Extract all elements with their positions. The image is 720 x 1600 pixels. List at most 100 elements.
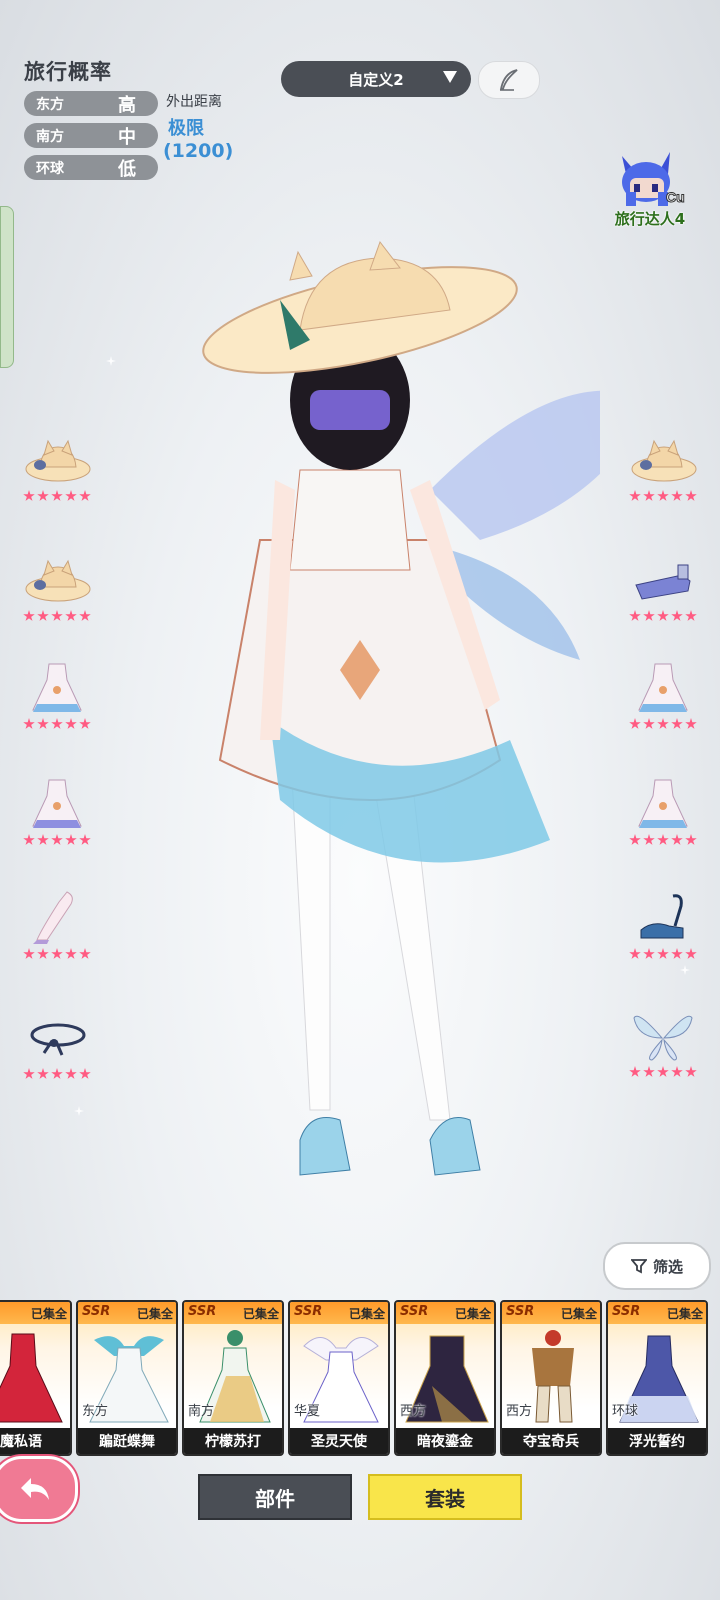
- out-distance-value: 极限: [168, 118, 204, 139]
- filter-label: 筛选: [652, 1257, 683, 1276]
- cat-hat-icon: [25, 559, 91, 602]
- travel-master-label: 旅行达人4: [614, 210, 686, 228]
- rarity-label: SSR: [294, 1304, 323, 1319]
- dress-icon: [32, 663, 82, 712]
- left-edge-tab[interactable]: [0, 206, 14, 368]
- region-label: 东方: [36, 96, 64, 113]
- outfit-name: 暗夜鎏金: [396, 1428, 494, 1454]
- rarity-stars: [629, 718, 697, 730]
- slot-right-shoes[interactable]: [620, 890, 706, 976]
- outfit-name: 浮光誓约: [608, 1428, 706, 1454]
- outfit-card[interactable]: SSR 已集全 西方 暗夜鎏金: [394, 1300, 496, 1456]
- slot-right-visor[interactable]: [620, 552, 706, 638]
- region-tag: 西方: [400, 1404, 427, 1419]
- slot-left-dress-2[interactable]: [14, 776, 100, 862]
- back-button[interactable]: [0, 1456, 78, 1522]
- collected-badge: 已集全: [136, 1307, 173, 1321]
- slot-right-dress[interactable]: [620, 660, 706, 746]
- rename-preset-button[interactable]: [478, 61, 540, 99]
- region-tag: 南方: [188, 1404, 215, 1419]
- ribbon-anklet-icon: [30, 1023, 86, 1056]
- shoes-icon: [640, 894, 684, 939]
- collected-badge: 已集全: [348, 1307, 385, 1321]
- rarity-stars: [629, 834, 697, 846]
- region-label: 南方: [36, 128, 64, 145]
- slot-right-dress-2[interactable]: [620, 776, 706, 862]
- travel-row-east: 东方 高: [24, 91, 158, 116]
- collected-badge: 已集全: [30, 1307, 67, 1321]
- slot-left-stockings[interactable]: [14, 890, 100, 976]
- rarity-stars: [23, 490, 91, 502]
- travel-row-south: 南方 中: [24, 123, 158, 148]
- filter-button[interactable]: 筛选: [603, 1242, 711, 1290]
- rarity-stars: [629, 490, 697, 502]
- dropdown-arrow-icon: [443, 71, 457, 83]
- outfit-name: 柠檬苏打: [184, 1428, 282, 1454]
- travel-probability-title: 旅行概率: [24, 60, 112, 84]
- rarity-stars: [23, 834, 91, 846]
- region-tag: 西方: [506, 1404, 533, 1419]
- region-level: 中: [118, 126, 136, 148]
- cat-hat-icon: [25, 439, 91, 482]
- visor-icon: [635, 564, 691, 600]
- slot-right-wings[interactable]: [620, 1008, 706, 1094]
- outfit-art-icon: [0, 1333, 63, 1423]
- sparkle-decoration: [106, 356, 116, 366]
- outfit-card[interactable]: SSR 已集全 东方 蹁跹蝶舞: [76, 1300, 178, 1456]
- dress-icon: [638, 779, 688, 828]
- slot-left-hat-2[interactable]: [14, 552, 100, 638]
- dress-icon: [32, 779, 82, 828]
- collected-badge: 已集全: [242, 1307, 279, 1321]
- region-label: 环球: [36, 160, 64, 177]
- cat-hat-icon: [631, 439, 697, 482]
- feather-pen-icon: [499, 69, 518, 91]
- rarity-label: SSR: [612, 1304, 641, 1319]
- outfit-card[interactable]: SSR 已集全 环球 浮光誓约: [606, 1300, 708, 1456]
- preset-dropdown[interactable]: 自定义2: [281, 61, 471, 97]
- tab-sets[interactable]: 套装: [368, 1474, 522, 1520]
- rarity-stars: [23, 948, 91, 960]
- outfit-name: 魔私语: [0, 1428, 70, 1454]
- outfit-card[interactable]: SSR 已集全 西方 夺宝奇兵: [500, 1300, 602, 1456]
- outfit-name: 夺宝奇兵: [502, 1428, 600, 1454]
- rarity-stars: [629, 1066, 697, 1078]
- outfit-card[interactable]: R 已集全 魔私语: [0, 1300, 72, 1456]
- region-tag: 东方: [82, 1404, 109, 1419]
- dress-icon: [638, 663, 688, 712]
- badge-letters: Cu: [666, 189, 685, 205]
- out-distance-number: (1200): [163, 140, 234, 162]
- rarity-label: SSR: [400, 1304, 429, 1319]
- out-distance-label: 外出距离: [166, 94, 222, 110]
- travel-row-global: 环球 低: [24, 155, 158, 180]
- rarity-stars: [23, 1068, 91, 1080]
- region-tag: 华夏: [294, 1404, 321, 1419]
- rarity-stars: [629, 948, 697, 960]
- sparkle-decoration: [74, 1106, 84, 1116]
- outfit-card[interactable]: SSR 已集全 华夏 圣灵天使: [288, 1300, 390, 1456]
- slot-right-hat[interactable]: [620, 432, 706, 518]
- region-level: 低: [118, 158, 136, 180]
- collected-badge: 已集全: [666, 1307, 703, 1321]
- rarity-stars: [23, 610, 91, 622]
- rarity-label: SSR: [188, 1304, 217, 1319]
- character-model[interactable]: [180, 240, 600, 1260]
- collected-badge: 已集全: [454, 1307, 491, 1321]
- outfit-name: 圣灵天使: [290, 1428, 388, 1454]
- rarity-stars: [629, 610, 697, 622]
- slot-left-dress[interactable]: [14, 660, 100, 746]
- rarity-label: SSR: [82, 1304, 111, 1319]
- wings-icon: [633, 1015, 693, 1061]
- collected-badge: 已集全: [560, 1307, 597, 1321]
- filter-funnel-icon: [630, 1259, 647, 1274]
- preset-label: 自定义2: [348, 70, 404, 89]
- outfit-card[interactable]: SSR 已集全 南方 柠檬苏打: [182, 1300, 284, 1456]
- outfit-name: 蹁跹蝶舞: [78, 1428, 176, 1454]
- stockings-icon: [33, 891, 73, 944]
- region-tag: 环球: [612, 1404, 639, 1419]
- slot-left-anklet[interactable]: [14, 1010, 100, 1096]
- slot-left-hat[interactable]: [14, 432, 100, 518]
- tab-parts[interactable]: 部件: [198, 1474, 352, 1520]
- back-arrow-icon: [21, 1478, 49, 1500]
- rarity-label: SSR: [506, 1304, 535, 1319]
- region-level: 高: [118, 94, 136, 116]
